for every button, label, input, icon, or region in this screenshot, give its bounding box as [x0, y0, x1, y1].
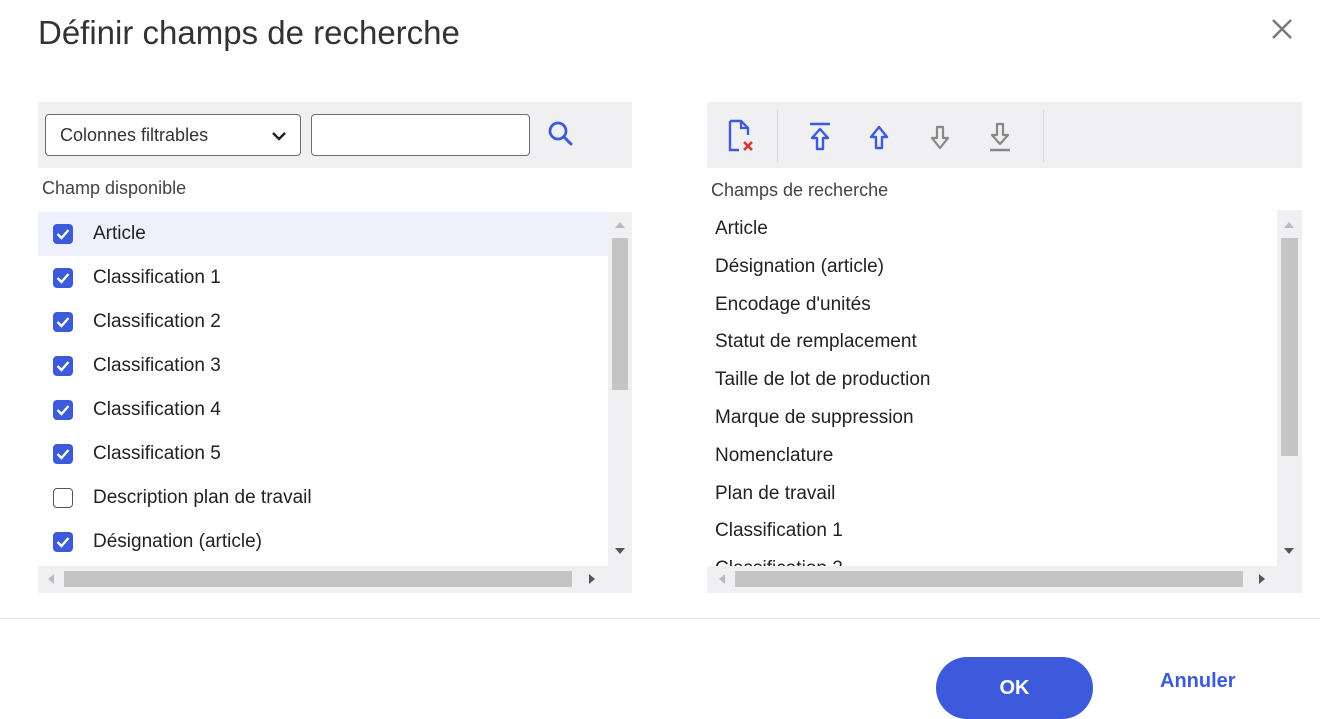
scroll-left-icon[interactable] — [719, 574, 725, 584]
close-icon — [1272, 19, 1292, 39]
checkbox[interactable] — [53, 532, 73, 552]
list-item[interactable]: Classification 2 — [38, 300, 608, 344]
checkbox[interactable] — [53, 312, 73, 332]
dialog-title: Définir champs de recherche — [38, 14, 460, 51]
scroll-up-icon[interactable] — [1284, 222, 1294, 228]
column-filter-dropdown[interactable]: Colonnes filtrables — [45, 114, 301, 156]
scroll-right-icon[interactable] — [589, 574, 595, 584]
toolbar-separator — [1043, 110, 1044, 162]
right-toolbar — [707, 102, 1302, 168]
move-to-top-button[interactable] — [805, 118, 835, 154]
move-down-button[interactable] — [925, 118, 955, 154]
move-to-bottom-button[interactable] — [985, 118, 1015, 154]
list-item-label: Article — [93, 223, 146, 244]
list-item[interactable]: Désignation (article) — [38, 520, 608, 564]
check-icon — [56, 273, 70, 284]
scroll-right-icon[interactable] — [1259, 574, 1265, 584]
check-icon — [56, 361, 70, 372]
move-to-top-icon — [810, 122, 830, 151]
list-item-label: Désignation (article) — [93, 531, 262, 552]
checkbox[interactable] — [53, 488, 73, 508]
search-input[interactable] — [311, 114, 530, 156]
vertical-scrollbar[interactable] — [1277, 210, 1302, 566]
check-icon — [56, 449, 70, 460]
column-filter-selected: Colonnes filtrables — [60, 125, 209, 145]
move-down-icon — [930, 125, 950, 150]
list-item[interactable]: Nomenclature — [707, 437, 1277, 475]
list-item[interactable]: Classification 1 — [707, 512, 1277, 550]
scroll-left-icon[interactable] — [48, 574, 54, 584]
checkbox[interactable] — [53, 224, 73, 244]
remove-field-button[interactable] — [725, 118, 755, 154]
list-item[interactable]: Taille de lot de production — [707, 361, 1277, 399]
toolbar-separator — [777, 110, 778, 162]
remove-file-icon — [728, 119, 753, 152]
list-item-label: Description plan de travail — [93, 487, 312, 508]
available-fields-list: Article Classification 1 Classification … — [38, 212, 608, 566]
move-to-bottom-icon — [990, 122, 1010, 152]
list-item[interactable]: Classification 2 — [707, 550, 1277, 566]
vertical-scrollbar[interactable] — [608, 212, 632, 566]
check-icon — [56, 317, 70, 328]
list-item[interactable]: Classification 4 — [38, 388, 608, 432]
search-fields-label: Champs de recherche — [711, 180, 889, 200]
checkbox[interactable] — [53, 400, 73, 420]
available-fields-label: Champ disponible — [42, 178, 187, 198]
list-item[interactable]: Description plan de travail — [38, 476, 608, 520]
left-toolbar: Colonnes filtrables — [38, 102, 632, 168]
list-item[interactable]: Classification 5 — [38, 432, 608, 476]
check-icon — [56, 405, 70, 416]
scrollbar-thumb[interactable] — [612, 238, 628, 390]
list-item[interactable]: Encodage d'unités — [707, 286, 1277, 324]
list-item[interactable]: Marque de suppression — [707, 399, 1277, 437]
checkbox[interactable] — [53, 444, 73, 464]
scrollbar-thumb[interactable] — [64, 571, 572, 587]
search-icon — [548, 121, 573, 146]
list-item-label: Classification 2 — [93, 311, 221, 332]
close-button[interactable] — [1267, 14, 1297, 44]
cancel-button[interactable]: Annuler — [1160, 670, 1236, 693]
list-item-label: Classification 5 — [93, 443, 221, 464]
chevron-down-icon — [272, 132, 286, 141]
horizontal-scrollbar[interactable] — [38, 566, 632, 593]
list-item[interactable]: Classification 3 — [38, 344, 608, 388]
check-icon — [56, 229, 70, 240]
list-item[interactable]: Article — [38, 212, 608, 256]
list-item[interactable]: Plan de travail — [707, 475, 1277, 513]
list-item[interactable]: Désignation (article) — [707, 248, 1277, 286]
scrollbar-thumb[interactable] — [1281, 238, 1298, 456]
list-item[interactable]: Statut de remplacement — [707, 323, 1277, 361]
list-item[interactable]: Classification 1 — [38, 256, 608, 300]
checkbox[interactable] — [53, 356, 73, 376]
move-up-button[interactable] — [864, 118, 894, 154]
list-item[interactable]: Article — [707, 210, 1277, 248]
search-fields-list: Article Désignation (article) Encodage d… — [707, 210, 1277, 566]
scroll-down-icon[interactable] — [615, 548, 625, 554]
search-button[interactable] — [545, 118, 577, 150]
scrollbar-thumb[interactable] — [735, 571, 1243, 587]
list-item-label: Classification 1 — [93, 267, 221, 288]
footer-divider — [0, 618, 1320, 619]
list-item-label: Classification 4 — [93, 399, 221, 420]
ok-button[interactable]: OK — [936, 657, 1093, 719]
scroll-up-icon[interactable] — [615, 222, 625, 228]
horizontal-scrollbar[interactable] — [707, 566, 1302, 593]
scroll-down-icon[interactable] — [1284, 548, 1294, 554]
check-icon — [56, 537, 70, 548]
list-item-label: Classification 3 — [93, 355, 221, 376]
checkbox[interactable] — [53, 268, 73, 288]
move-up-icon — [869, 125, 889, 150]
